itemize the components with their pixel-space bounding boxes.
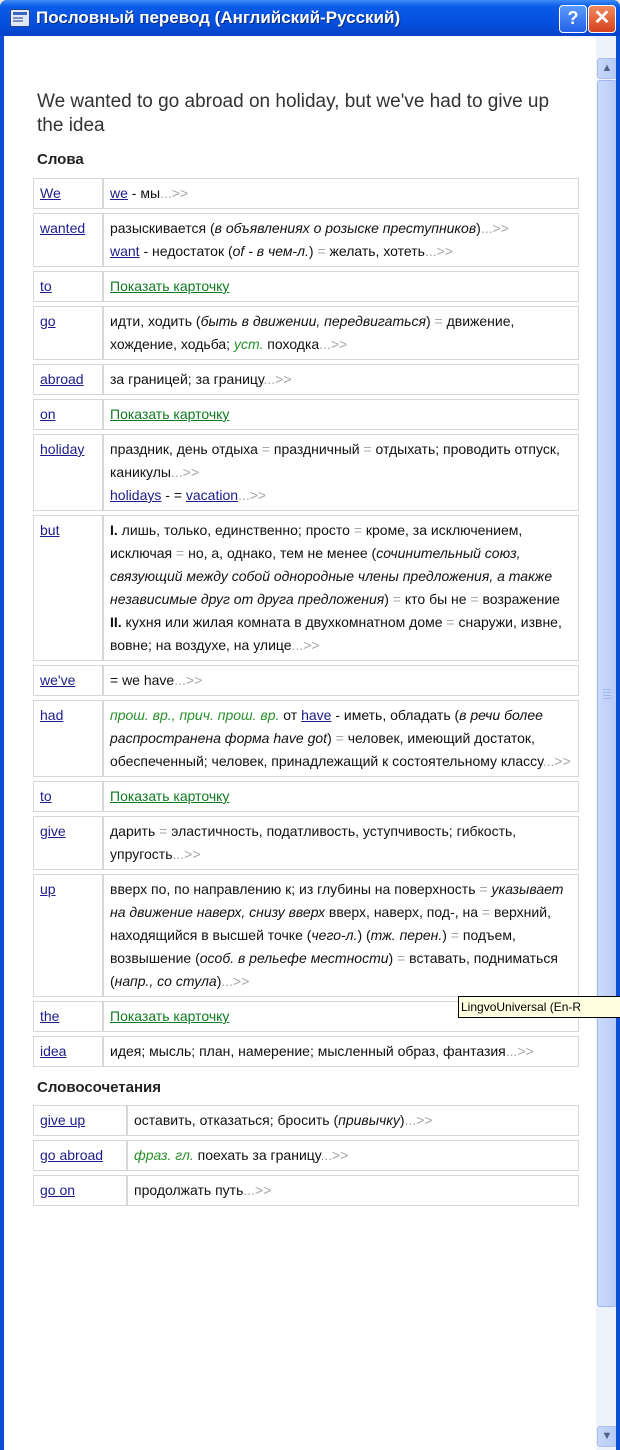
word-row-term-link[interactable]: we've xyxy=(40,672,75,688)
scroll-thumb[interactable] xyxy=(597,80,616,1307)
word-row-term-link[interactable]: on xyxy=(40,406,56,422)
phrase-row-term-cell: go abroad xyxy=(33,1140,127,1171)
word-row-term-link[interactable]: but xyxy=(40,522,59,538)
word-row-term-cell: the xyxy=(33,1001,103,1032)
phrase-row-term-link[interactable]: give up xyxy=(40,1112,85,1128)
word-row-translation[interactable]: дарить = эластичность, податливость, уст… xyxy=(103,816,579,870)
word-row: holiday праздник, день отдыха = праздничн… xyxy=(33,434,579,511)
phrase-row-term-link[interactable]: go on xyxy=(40,1182,75,1198)
title-bar[interactable]: Пословный перевод (Английский-Русский) ?… xyxy=(0,0,620,36)
word-row-term-cell: holiday xyxy=(33,434,103,511)
word-row-term-cell: we've xyxy=(33,665,103,696)
word-row-translation[interactable]: Показать карточку xyxy=(103,399,579,430)
word-row: abroad за границей; за границу...>> xyxy=(33,364,579,395)
word-row-term-link[interactable]: the xyxy=(40,1008,59,1024)
phrase-row-translation[interactable]: оставить, отказаться; бросить (привычку)… xyxy=(127,1105,579,1136)
phrase-row: go on продолжать путь...>> xyxy=(33,1175,579,1206)
word-row-term-cell: to xyxy=(33,781,103,812)
help-button[interactable]: ? xyxy=(559,5,587,33)
word-row-term-cell: wanted xyxy=(33,213,103,267)
word-row: wanted разыскивается (в объявлениях о роз… xyxy=(33,213,579,267)
word-row-term-cell: on xyxy=(33,399,103,430)
window-app-icon xyxy=(10,9,30,27)
word-row-term-cell: but xyxy=(33,515,103,661)
content-area: We wanted to go abroad on holiday, but w… xyxy=(4,36,616,1450)
word-row-term-cell: go xyxy=(33,306,103,360)
word-row-term-link[interactable]: up xyxy=(40,881,56,897)
phrase-row-translation[interactable]: продолжать путь...>> xyxy=(127,1175,579,1206)
word-row-term-link[interactable]: holiday xyxy=(40,441,84,457)
words-table: We we - мы...>> wanted разыскивается (в объ… xyxy=(33,174,579,1071)
word-row-term-link[interactable]: give xyxy=(40,823,66,839)
word-row-term-link[interactable]: idea xyxy=(40,1043,66,1059)
word-row-term-link[interactable]: go xyxy=(40,313,56,329)
scroll-grip-icon xyxy=(603,689,611,690)
word-row-translation[interactable]: прош. вр., прич. прош. вр. от have - име… xyxy=(103,700,579,777)
word-row-translation[interactable]: I. лишь, только, единственно; просто = к… xyxy=(103,515,579,661)
word-row: give дарить = эластичность, податливость,… xyxy=(33,816,579,870)
word-row-translation[interactable]: Показать карточку xyxy=(103,271,579,302)
word-row: on Показать карточку xyxy=(33,399,579,430)
word-row-term-link[interactable]: We xyxy=(40,185,61,201)
word-row-term-link[interactable]: to xyxy=(40,788,52,804)
word-row-term-link[interactable]: had xyxy=(40,707,63,723)
tooltip: LingvoUniversal (En-R xyxy=(458,996,620,1018)
close-button[interactable]: ✕ xyxy=(588,5,616,33)
phrase-row-term-cell: go on xyxy=(33,1175,127,1206)
scroll-up-arrow-icon[interactable]: ▲ xyxy=(597,58,616,79)
word-row-translation[interactable]: идея; мысль; план, намерение; мысленный … xyxy=(103,1036,579,1067)
word-row-term-cell: had xyxy=(33,700,103,777)
word-row: to Показать карточку xyxy=(33,781,579,812)
word-row: idea идея; мысль; план, намерение; мыслен… xyxy=(33,1036,579,1067)
phrases-section-heading: Словосочетания xyxy=(37,1079,162,1096)
phrase-row: give up оставить, отказаться; бросить (пр… xyxy=(33,1105,579,1136)
word-row-translation[interactable]: за границей; за границу...>> xyxy=(103,364,579,395)
word-row-term-link[interactable]: abroad xyxy=(40,371,84,387)
word-row: but I. лишь, только, единственно; просто … xyxy=(33,515,579,661)
word-row-translation[interactable]: вверх по, по направлению к; из глубины н… xyxy=(103,874,579,997)
word-row-translation[interactable]: = we have...>> xyxy=(103,665,579,696)
word-row: go идти, ходить (быть в движении, передви… xyxy=(33,306,579,360)
phrase-row-term-link[interactable]: go abroad xyxy=(40,1147,103,1163)
word-row-term-cell: up xyxy=(33,874,103,997)
source-sentence: We wanted to go abroad on holiday, but w… xyxy=(37,91,550,136)
word-row-term-cell: idea xyxy=(33,1036,103,1067)
word-row-term-link[interactable]: to xyxy=(40,278,52,294)
phrases-table: give up оставить, отказаться; бросить (пр… xyxy=(33,1101,579,1210)
word-row: to Показать карточку xyxy=(33,271,579,302)
scroll-down-arrow-icon[interactable]: ▼ xyxy=(597,1426,616,1447)
word-row-term-link[interactable]: wanted xyxy=(40,220,85,236)
word-row: we've = we have...>> xyxy=(33,665,579,696)
word-row-translation[interactable]: Показать карточку xyxy=(103,781,579,812)
word-row: We we - мы...>> xyxy=(33,178,579,209)
word-row-term-cell: give xyxy=(33,816,103,870)
word-row: up вверх по, по направлению к; из глубины… xyxy=(33,874,579,997)
phrase-row-term-cell: give up xyxy=(33,1105,127,1136)
word-row: had прош. вр., прич. прош. вр. от have - … xyxy=(33,700,579,777)
word-row-term-cell: abroad xyxy=(33,364,103,395)
word-row-translation[interactable]: разыскивается (в объявлениях о розыске п… xyxy=(103,213,579,267)
phrase-row-translation[interactable]: фраз. гл. поехать за границу...>> xyxy=(127,1140,579,1171)
word-row-term-cell: We xyxy=(33,178,103,209)
word-row-translation[interactable]: праздник, день отдыха = праздничный = от… xyxy=(103,434,579,511)
vertical-scrollbar[interactable]: ▲ ▼ xyxy=(596,36,616,1450)
window-title: Пословный перевод (Английский-Русский) xyxy=(36,8,401,27)
word-translation-window: Пословный перевод (Английский-Русский) ?… xyxy=(0,0,620,1450)
word-row-translation[interactable]: идти, ходить (быть в движении, передвига… xyxy=(103,306,579,360)
word-row-term-cell: to xyxy=(33,271,103,302)
word-row-translation[interactable]: we - мы...>> xyxy=(103,178,579,209)
phrase-row: go abroad фраз. гл. поехать за границу...… xyxy=(33,1140,579,1171)
words-section-heading: Слова xyxy=(37,151,84,168)
